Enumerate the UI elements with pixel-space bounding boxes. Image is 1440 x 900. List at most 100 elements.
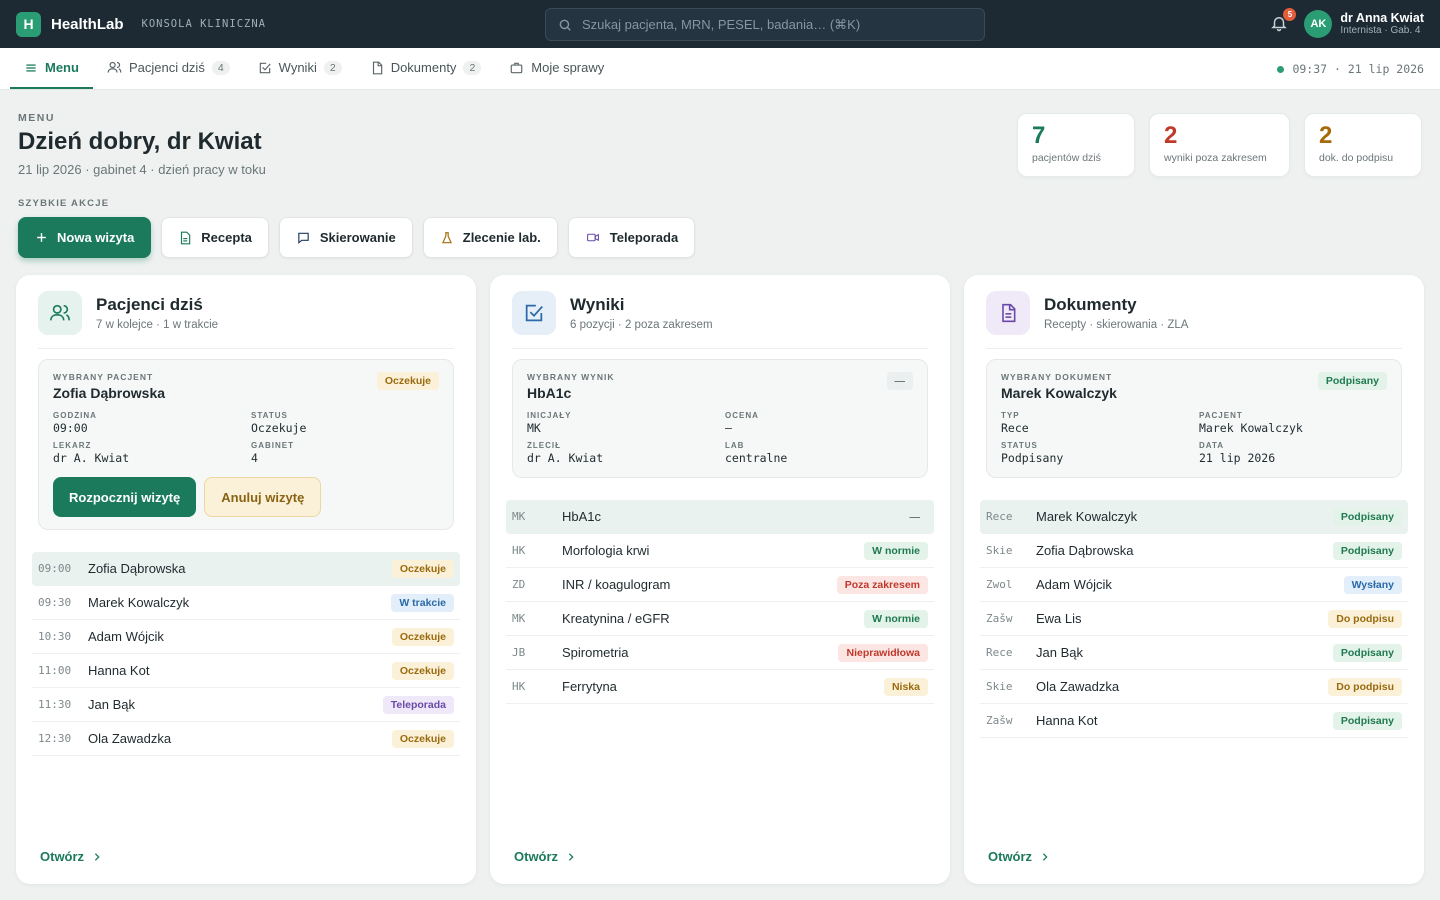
field-key: ZLECIŁ <box>527 441 561 450</box>
field-value: 4 <box>251 451 258 465</box>
app-logo[interactable]: H HealthLab KONSOLA KLINICZNA <box>16 11 266 37</box>
row-name: Ola Zawadzka <box>88 731 172 746</box>
row-name: Marek Kowalczyk <box>1036 509 1138 524</box>
list-item[interactable]: Zašw Hanna Kot Podpisany <box>980 704 1408 738</box>
list-item[interactable]: Skie Ola Zawadzka Do podpisu <box>980 670 1408 704</box>
button-label: Recepta <box>201 230 252 245</box>
clock-text: 09:37 · 21 lip 2026 <box>1292 62 1424 76</box>
panel-subtitle: Recepty · skierowania · ZLA <box>1044 319 1189 331</box>
tab-label: Wyniki <box>278 60 317 75</box>
search-input[interactable] <box>582 17 962 32</box>
list-item[interactable]: HK Ferrytyna Niska <box>506 670 934 704</box>
stat-patients-today[interactable]: 7 pacjentów dziś <box>1017 113 1135 177</box>
row-type: Rece <box>986 510 1013 523</box>
list-item[interactable]: Zašw Ewa Lis Do podpisu <box>980 602 1408 636</box>
stat-value: 7 <box>1032 122 1046 149</box>
field-value: 09:00 <box>53 421 88 435</box>
field-value: Rece <box>1001 421 1029 435</box>
stat-out-of-range[interactable]: 2 wyniki poza zakresem <box>1149 113 1290 177</box>
list-item[interactable]: 10:30 Adam Wójcik Oczekuje <box>32 620 460 654</box>
panel-subtitle: 6 pozycji · 2 poza zakresem <box>570 319 713 331</box>
list-item[interactable]: ZD INR / koagulogram Poza zakresem <box>506 568 934 602</box>
user-name: dr Anna Kwiat <box>1340 10 1424 25</box>
user-role: Internista · Gab. 4 <box>1340 24 1421 36</box>
status-badge: Do podpisu <box>1328 677 1402 696</box>
status-badge: Oczekuje <box>391 729 454 748</box>
tab-documents[interactable]: Dokumenty 2 <box>356 48 496 89</box>
row-type: Skie <box>986 544 1013 557</box>
status-badge: Podpisany <box>1332 711 1402 730</box>
list-item[interactable]: 11:00 Hanna Kot Oczekuje <box>32 654 460 688</box>
button-label: Zlecenie lab. <box>462 230 541 245</box>
panel-icon <box>512 291 556 335</box>
notifications-button[interactable]: 5 <box>1270 8 1297 34</box>
list-item[interactable]: 09:00 Zofia Dąbrowska Oczekuje <box>32 552 460 586</box>
panel-header: Dokumenty Recepty · skierowania · ZLA <box>986 291 1402 349</box>
button-label: Nowa wizyta <box>57 230 135 245</box>
row-name: Adam Wójcik <box>88 629 164 644</box>
field-key: STATUS <box>1001 441 1038 450</box>
field-value: dr A. Kwiat <box>53 451 130 465</box>
documents-panel: Dokumenty Recepty · skierowania · ZLA WY… <box>964 275 1424 884</box>
document-icon <box>372 61 382 74</box>
list-item[interactable]: Zwol Adam Wójcik Wysłany <box>980 568 1408 602</box>
open-documents-link[interactable]: Otwórz <box>988 849 1050 864</box>
selected-eyebrow: WYBRANY WYNIK <box>527 372 615 382</box>
app-subtitle: KONSOLA KLINICZNA <box>141 18 266 30</box>
chat-icon <box>298 232 309 244</box>
online-indicator <box>1277 65 1285 73</box>
list-item[interactable]: Rece Marek Kowalczyk Podpisany <box>980 500 1408 534</box>
stat-label: dok. do podpisu <box>1319 152 1394 164</box>
field-key: OCENA <box>725 411 759 420</box>
list-item[interactable]: Rece Jan Bąk Podpisany <box>980 636 1408 670</box>
tab-menu[interactable]: Menu <box>10 48 93 89</box>
row-name: Morfologia krwi <box>562 543 650 558</box>
list-item[interactable]: 09:30 Marek Kowalczyk W trakcie <box>32 586 460 620</box>
row-initials: HK <box>512 680 526 693</box>
row-name: Zofia Dąbrowska <box>88 561 186 576</box>
field-value: 21 lip 2026 <box>1199 451 1276 465</box>
list-item[interactable]: HK Morfologia krwi W normie <box>506 534 934 568</box>
stat-cards: 7 pacjentów dziś 2 wyniki poza zakresem … <box>1017 113 1422 177</box>
tab-my-cases[interactable]: Moje sprawy <box>495 48 618 89</box>
status-badge: — <box>909 510 921 523</box>
quick-actions-label: SZYBKIE AKCJE <box>18 198 110 209</box>
document-icon <box>181 231 191 244</box>
tab-patients[interactable]: Pacjenci dziś 4 <box>93 48 244 89</box>
row-time: 12:30 <box>38 732 72 745</box>
list-item[interactable]: Skie Zofia Dąbrowska Podpisany <box>980 534 1408 568</box>
prescription-button[interactable]: Recepta <box>161 217 269 258</box>
panel-icon <box>38 291 82 335</box>
page-subtitle: 21 lip 2026 · gabinet 4 · dzień pracy w … <box>18 162 266 177</box>
lab-order-button[interactable]: Zlecenie lab. <box>422 217 558 258</box>
panel-icon <box>986 291 1030 335</box>
status-badge: Podpisany <box>1332 643 1402 662</box>
open-patients-link[interactable]: Otwórz <box>40 849 102 864</box>
tab-bar: Menu Pacjenci dziś 4 Wyniki 2 Dokumenty … <box>0 48 1440 90</box>
list-item[interactable]: MK HbA1c — <box>506 500 934 534</box>
field-key: INICJAŁY <box>527 411 572 420</box>
open-results-link[interactable]: Otwórz <box>514 849 576 864</box>
chevron-right-icon <box>94 852 100 861</box>
user-menu[interactable]: AK dr Anna Kwiat Internista · Gab. 4 <box>1304 10 1424 38</box>
panel-header: Pacjenci dziś 7 w kolejce · 1 w trakcie <box>38 291 454 349</box>
list-item[interactable]: MK Kreatynina / eGFR W normie <box>506 602 934 636</box>
search-box[interactable] <box>545 8 985 41</box>
referral-button[interactable]: Skierowanie <box>278 217 413 258</box>
row-type: Zašw <box>986 714 1013 727</box>
list-item[interactable]: JB Spirometria Nieprawidłowa <box>506 636 934 670</box>
status-badge: Niska <box>883 677 928 696</box>
new-visit-button[interactable]: Nowa wizyta <box>18 217 152 258</box>
start-visit-button[interactable]: Rozpocznij wizytę <box>53 477 197 517</box>
cancel-visit-button[interactable]: Anuluj wizytę <box>204 477 322 517</box>
selected-name: HbA1c <box>527 385 572 401</box>
telemedicine-button[interactable]: Teleporada <box>567 217 696 258</box>
status-badge: Do podpisu <box>1328 609 1402 628</box>
list-item[interactable]: 12:30 Ola Zawadzka Oczekuje <box>32 722 460 756</box>
tab-results[interactable]: Wyniki 2 <box>244 48 356 89</box>
chevron-right-icon <box>568 852 574 861</box>
stat-to-sign[interactable]: 2 dok. do podpisu <box>1304 113 1422 177</box>
list-item[interactable]: 11:30 Jan Bąk Teleporada <box>32 688 460 722</box>
status-badge: W normie <box>864 609 928 628</box>
stat-value: 2 <box>1319 122 1333 149</box>
